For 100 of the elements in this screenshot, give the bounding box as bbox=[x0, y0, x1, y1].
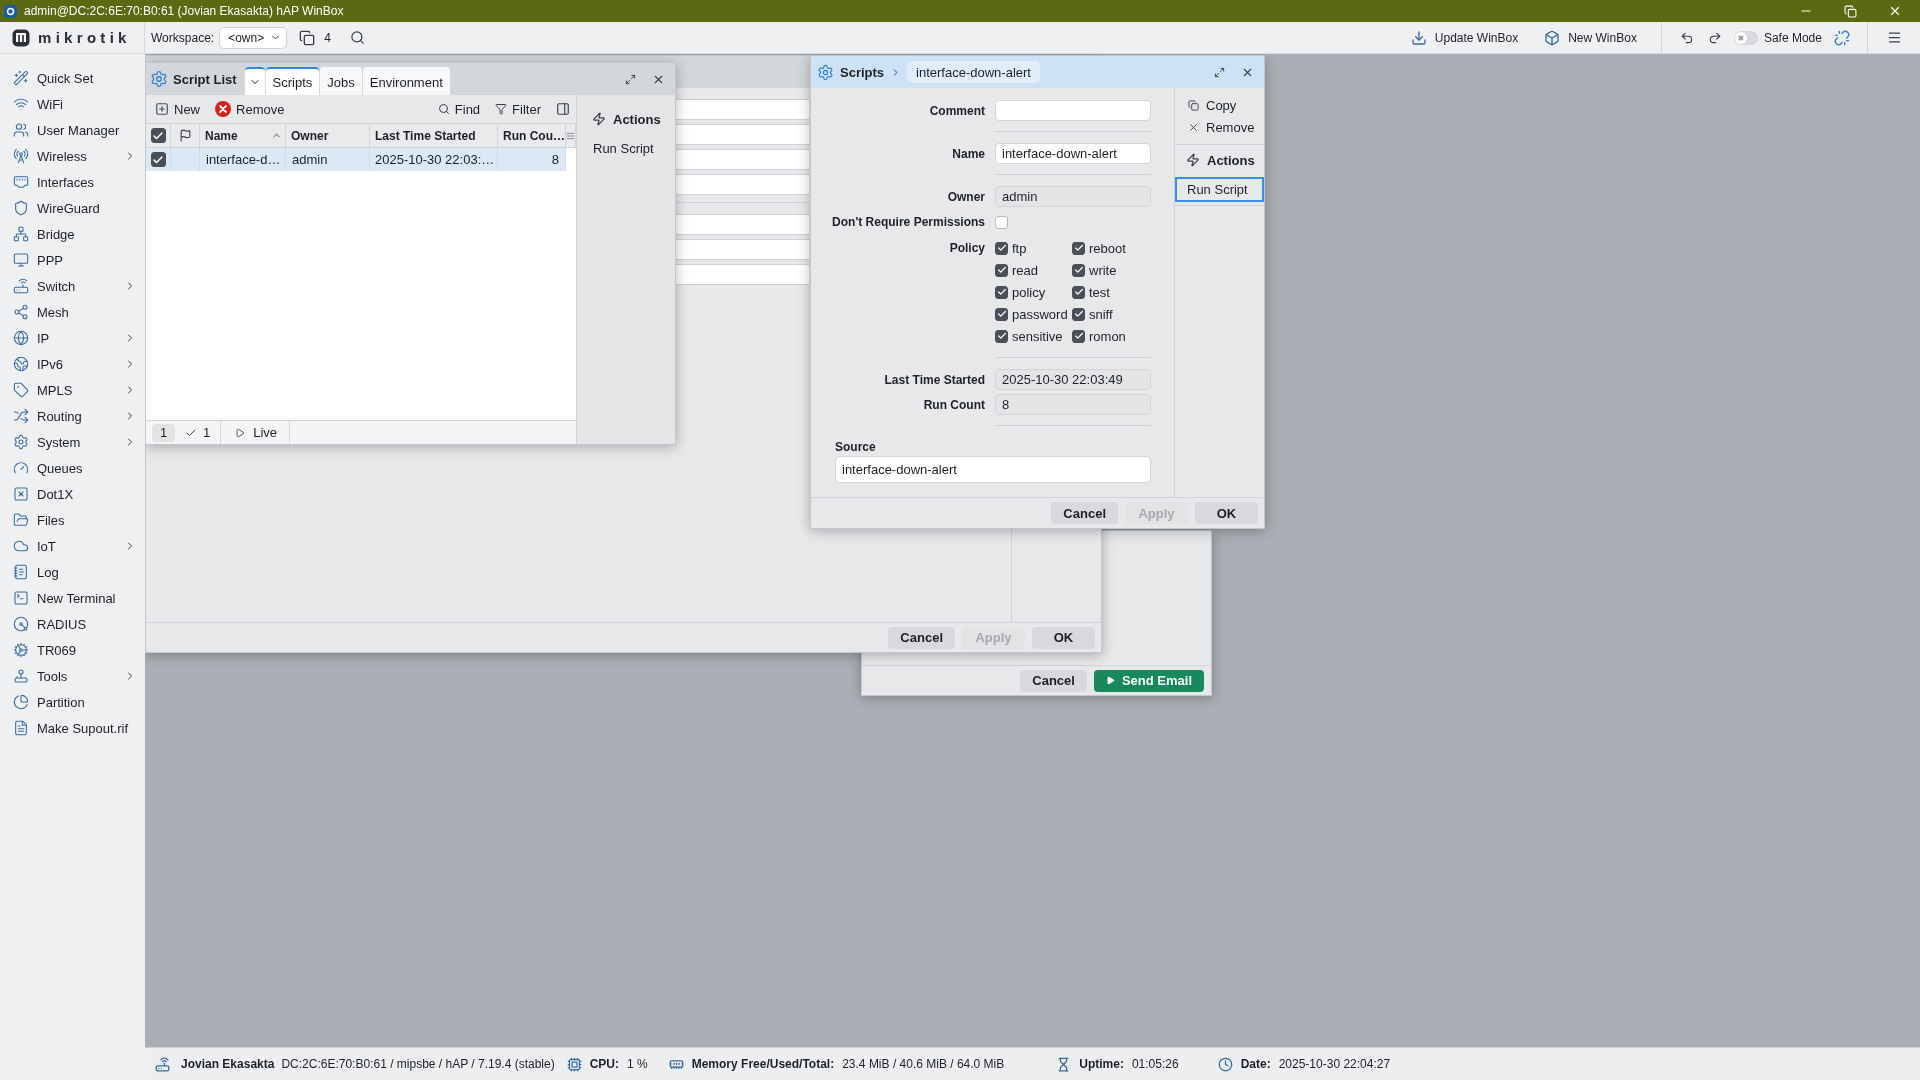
column-header[interactable]: Name bbox=[200, 124, 286, 147]
sidebar-item[interactable]: WireGuard bbox=[0, 195, 145, 221]
button[interactable]: Cancel bbox=[888, 626, 955, 649]
table-cell: 2025-10-30 22:03:… bbox=[370, 148, 498, 171]
sidebar-item[interactable]: Mesh bbox=[0, 299, 145, 325]
checkbox[interactable] bbox=[150, 152, 166, 167]
sidebar-item[interactable]: Files bbox=[0, 507, 145, 533]
input-field[interactable] bbox=[676, 149, 809, 170]
sidebar-item[interactable]: Make Supout.rif bbox=[0, 715, 145, 741]
code-editor[interactable]: interface-down-alert bbox=[835, 456, 1151, 483]
sidebar-item[interactable]: PPP bbox=[0, 247, 145, 273]
checkbox[interactable] bbox=[995, 241, 1008, 255]
input-field[interactable]: interface-down-alert bbox=[995, 143, 1151, 164]
action-button[interactable]: Run Script bbox=[577, 137, 675, 159]
sidebar-item[interactable]: Switch bbox=[0, 273, 145, 299]
sidebar-item[interactable]: IP bbox=[0, 325, 145, 351]
sidebar-item[interactable]: Tools bbox=[0, 663, 145, 689]
sidebar-item[interactable]: Wireless bbox=[0, 143, 145, 169]
sidebar-item[interactable]: IoT bbox=[0, 533, 145, 559]
sidebar-item[interactable]: Partition bbox=[0, 689, 145, 715]
tab-menu-button[interactable] bbox=[244, 67, 265, 95]
column-header[interactable]: Run Cou… bbox=[498, 124, 566, 147]
stacked-windows-icon[interactable] bbox=[299, 29, 316, 46]
checkbox[interactable] bbox=[1072, 263, 1085, 277]
checkbox[interactable] bbox=[995, 329, 1008, 343]
expand-icon[interactable] bbox=[625, 73, 636, 85]
column-header[interactable]: Owner bbox=[286, 124, 370, 147]
toolbar-button[interactable]: Update WinBox bbox=[1410, 29, 1519, 46]
input-field[interactable] bbox=[676, 124, 809, 145]
input-field[interactable] bbox=[676, 99, 809, 120]
sidebar-item[interactable]: Queues bbox=[0, 455, 145, 481]
bolt-icon bbox=[592, 112, 606, 126]
column-header[interactable]: Last Time Started bbox=[370, 124, 498, 147]
sidebar-item[interactable]: Routing bbox=[0, 403, 145, 429]
sidebar-item[interactable]: IPv6 bbox=[0, 351, 145, 377]
download-icon bbox=[1410, 29, 1427, 46]
redo-icon[interactable] bbox=[1707, 30, 1722, 45]
sidebar-item[interactable]: RADIUS bbox=[0, 611, 145, 637]
input-field[interactable] bbox=[995, 100, 1151, 121]
close-icon[interactable] bbox=[1888, 4, 1902, 18]
checkbox[interactable] bbox=[1072, 307, 1085, 321]
breadcrumb-link[interactable]: Scripts bbox=[840, 64, 885, 80]
broken-link-icon[interactable] bbox=[1833, 29, 1850, 46]
workspace-dropdown[interactable]: <own> bbox=[219, 26, 288, 49]
sidebar-item[interactable]: Quick Set bbox=[0, 65, 145, 91]
toolbar-button[interactable]: New WinBox bbox=[1544, 29, 1637, 46]
checkbox[interactable] bbox=[995, 263, 1008, 277]
action-button[interactable]: Run Script bbox=[1175, 177, 1264, 202]
toolbar-button[interactable]: Remove bbox=[215, 101, 285, 117]
sidebar-item[interactable]: Dot1X bbox=[0, 481, 145, 507]
toolbar-button[interactable]: New bbox=[155, 101, 200, 117]
sidebar-item[interactable]: TR069 bbox=[0, 637, 145, 663]
sidebar-item[interactable]: Bridge bbox=[0, 221, 145, 247]
field-label: Owner bbox=[946, 189, 985, 204]
panel-icon[interactable] bbox=[556, 102, 570, 116]
sidebar-item[interactable]: WiFi bbox=[0, 91, 145, 117]
button[interactable]: Cancel bbox=[1020, 669, 1087, 692]
sidebar-item[interactable]: MPLS bbox=[0, 377, 145, 403]
sidebar-item[interactable]: Interfaces bbox=[0, 169, 145, 195]
sidebar-item[interactable]: Log bbox=[0, 559, 145, 585]
search-icon[interactable] bbox=[349, 30, 365, 45]
input-field[interactable] bbox=[676, 174, 809, 195]
menu-icon[interactable] bbox=[1886, 30, 1902, 45]
button[interactable]: Cancel bbox=[1051, 502, 1118, 524]
tab[interactable]: Scripts bbox=[265, 67, 320, 95]
flag-icon bbox=[178, 129, 192, 142]
checkbox[interactable] bbox=[995, 307, 1008, 321]
checkbox[interactable] bbox=[1072, 241, 1085, 255]
safe-mode-button[interactable]: Safe Mode bbox=[1733, 30, 1822, 45]
checkbox[interactable] bbox=[1072, 329, 1085, 343]
checkbox[interactable] bbox=[150, 128, 166, 143]
button[interactable]: Send Email bbox=[1093, 669, 1204, 692]
checkbox[interactable] bbox=[1072, 285, 1085, 299]
tab[interactable]: Jobs bbox=[320, 67, 362, 95]
tab[interactable]: Environment bbox=[362, 67, 450, 95]
input-field[interactable] bbox=[676, 214, 809, 235]
restore-icon[interactable] bbox=[1844, 4, 1857, 18]
checkbox[interactable] bbox=[995, 285, 1008, 299]
workspace-label: Workspace: bbox=[151, 30, 215, 45]
button[interactable]: OK bbox=[1195, 502, 1258, 524]
table-row[interactable]: interface-d… admin 2025-10-30 22:03:… 8 bbox=[146, 148, 566, 171]
button[interactable]: OK bbox=[1032, 626, 1095, 649]
input-field[interactable] bbox=[676, 264, 809, 285]
sidebar-item[interactable]: System bbox=[0, 429, 145, 455]
undo-icon[interactable] bbox=[1679, 30, 1694, 45]
play-icon bbox=[1105, 676, 1115, 685]
expand-icon[interactable] bbox=[1214, 66, 1225, 78]
input-field[interactable] bbox=[676, 239, 809, 260]
app-icon bbox=[4, 4, 17, 18]
action-button[interactable]: Remove bbox=[1175, 116, 1264, 138]
checkbox-label: write bbox=[1089, 262, 1117, 278]
sidebar-item[interactable]: New Terminal bbox=[0, 585, 145, 611]
toggle-switch[interactable] bbox=[1733, 30, 1758, 45]
checkbox[interactable] bbox=[995, 215, 1008, 229]
action-button[interactable]: Copy bbox=[1175, 94, 1264, 116]
toolbar-button[interactable]: Find bbox=[437, 101, 481, 117]
toolbar-button[interactable]: Filter bbox=[495, 101, 541, 117]
window-count: 4 bbox=[324, 30, 331, 45]
sidebar-item[interactable]: User Manager bbox=[0, 117, 145, 143]
live-button[interactable]: Live bbox=[235, 425, 278, 440]
